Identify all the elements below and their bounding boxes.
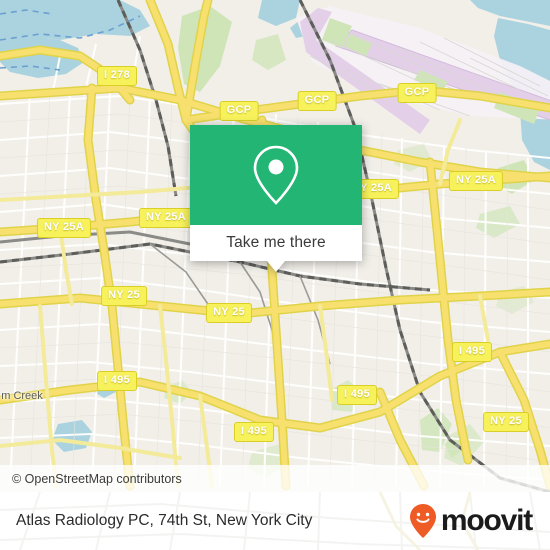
road-shield: GCP	[397, 83, 437, 103]
take-me-there-label: Take me there	[226, 234, 326, 251]
popup-footer[interactable]: Take me there	[190, 225, 362, 272]
road-shield: NY 25A	[138, 208, 194, 228]
attribution-text: © OpenStreetMap contributors	[12, 471, 182, 486]
road-shield: I 278	[97, 66, 137, 86]
road-shield: I 495	[234, 422, 274, 442]
map-canvas[interactable]: I 278 GCP GCP GCP NY 25A NY 25A NY 25A N…	[0, 0, 550, 492]
page-title: Atlas Radiology PC, 74th St, New York Ci…	[16, 512, 313, 529]
road-shield: NY 25	[206, 303, 252, 323]
road-shield: GCP	[297, 91, 337, 111]
map-screenshot: I 278 GCP GCP GCP NY 25A NY 25A NY 25A N…	[0, 0, 550, 550]
popup-tail	[267, 261, 285, 272]
road-shield: I 495	[337, 385, 377, 405]
place-label-creek: m Creek	[1, 390, 43, 402]
road-shield: NY 25	[483, 412, 529, 432]
road-shield: I 495	[97, 371, 137, 391]
moovit-pin-icon	[409, 504, 436, 538]
map-attribution[interactable]: © OpenStreetMap contributors	[0, 465, 550, 492]
location-popup[interactable]: Take me there	[190, 125, 362, 272]
moovit-wordmark: moovit	[440, 504, 533, 537]
road-shield: NY 25A	[36, 218, 92, 238]
road-shield: I 495	[452, 342, 492, 362]
road-shield: NY 25A	[448, 171, 504, 191]
popup-header	[190, 125, 362, 225]
road-shield: NY 25	[101, 286, 147, 306]
page-footer: Atlas Radiology PC, 74th St, New York Ci…	[0, 492, 550, 550]
moovit-logo[interactable]: moovit	[408, 503, 533, 539]
road-shield: GCP	[219, 101, 259, 121]
location-pin-icon	[253, 145, 299, 205]
